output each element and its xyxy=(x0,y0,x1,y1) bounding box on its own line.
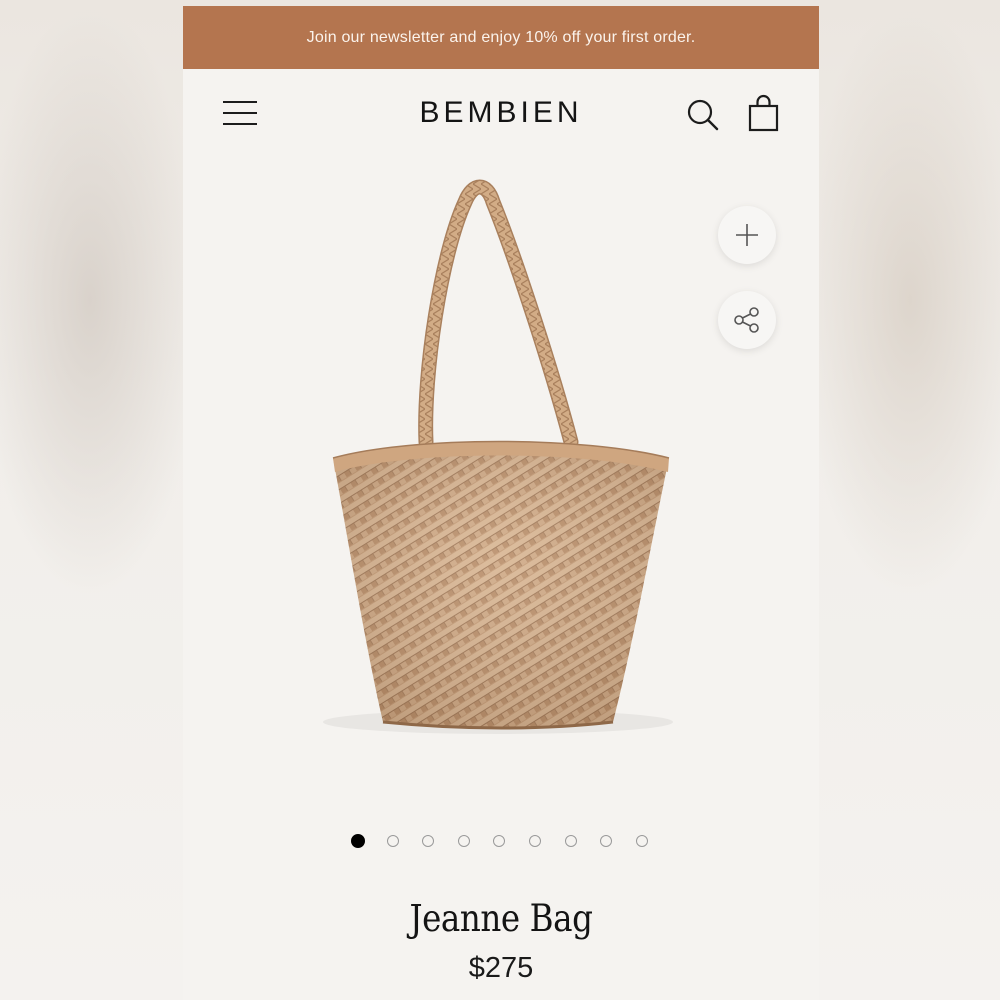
carousel-dot[interactable] xyxy=(457,835,470,847)
product-price: $275 xyxy=(468,952,534,984)
carousel-dot[interactable] xyxy=(493,835,506,847)
carousel-dot[interactable] xyxy=(600,835,613,847)
product-page: Join our newsletter and enjoy 10% off yo… xyxy=(183,6,819,1000)
shopping-bag-icon xyxy=(748,94,779,132)
product-title: Jeanne Bag xyxy=(409,897,593,940)
search-button[interactable] xyxy=(685,97,721,133)
site-header: BEMBIEN xyxy=(183,69,819,159)
carousel-dot[interactable] xyxy=(529,835,541,847)
carousel-dot[interactable] xyxy=(386,835,399,847)
share-icon xyxy=(734,307,759,333)
carousel-dot[interactable] xyxy=(351,834,365,848)
share-button[interactable] xyxy=(718,291,776,349)
add-to-wishlist-button[interactable] xyxy=(718,206,776,264)
cart-button[interactable] xyxy=(746,93,782,133)
carousel-dot[interactable] xyxy=(635,835,648,847)
image-carousel-pagination xyxy=(351,834,651,850)
carousel-dot[interactable] xyxy=(564,835,577,847)
newsletter-banner[interactable]: Join our newsletter and enjoy 10% off yo… xyxy=(183,6,819,69)
search-icon xyxy=(687,99,719,131)
brand-logo[interactable]: BEMBIEN xyxy=(183,96,819,130)
carousel-dot[interactable] xyxy=(422,835,435,847)
product-image[interactable] xyxy=(313,174,683,754)
newsletter-banner-text: Join our newsletter and enjoy 10% off yo… xyxy=(306,28,696,46)
plus-icon xyxy=(736,224,758,246)
